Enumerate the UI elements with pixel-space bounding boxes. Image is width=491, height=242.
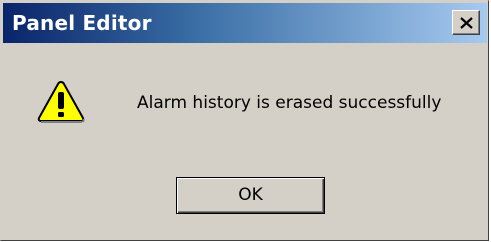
- close-button[interactable]: [452, 10, 480, 35]
- dialog-message: Alarm history is erased successfully: [137, 93, 442, 113]
- warning-icon: [37, 80, 85, 123]
- message-dialog: Panel Editor Alarm history is erased suc…: [0, 0, 489, 241]
- title-bar[interactable]: Panel Editor: [3, 3, 487, 43]
- close-icon: [460, 17, 473, 29]
- ok-button[interactable]: OK: [176, 177, 325, 214]
- ok-button-label: OK: [238, 185, 263, 205]
- window-title: Panel Editor: [12, 11, 152, 35]
